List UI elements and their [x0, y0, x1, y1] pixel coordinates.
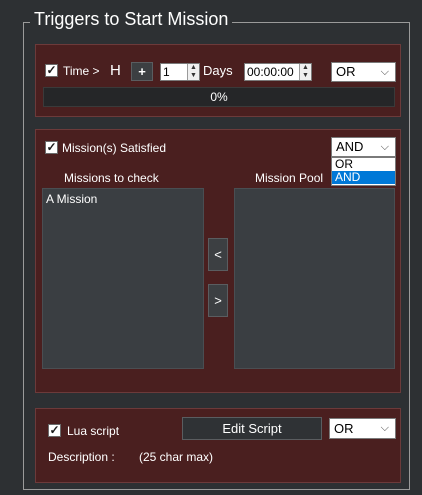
time-checkbox-label: Time > — [63, 64, 100, 78]
missions-checkbox[interactable]: ✓ — [45, 141, 58, 154]
move-right-button[interactable]: > — [208, 284, 228, 317]
spin-up-icon[interactable]: ▲ — [188, 64, 199, 72]
spin-down-icon[interactable]: ▼ — [300, 72, 311, 80]
missions-trigger-panel: ✓ Mission(s) Satisfied AND ⌵ OR AND Miss… — [35, 129, 401, 393]
unit-letter: H — [110, 62, 121, 79]
description-label: Description : — [48, 450, 115, 464]
missions-checkbox-label: Mission(s) Satisfied — [62, 141, 167, 155]
time-spin-buttons[interactable]: ▲ ▼ — [299, 64, 311, 80]
chevron-down-icon: ⌵ — [380, 66, 389, 78]
spin-up-icon[interactable]: ▲ — [300, 64, 311, 72]
missions-logic-dropdown[interactable]: OR AND — [331, 157, 396, 186]
days-spinner[interactable]: 1 ▲ ▼ — [160, 63, 200, 81]
lua-logic-value: OR — [334, 421, 354, 436]
days-label: Days — [203, 63, 233, 78]
lua-checkbox-label: Lua script — [67, 424, 120, 438]
list-item[interactable]: A Mission — [43, 189, 203, 209]
group-title: Triggers to Start Mission — [30, 8, 233, 30]
chevron-down-icon: ⌵ — [380, 422, 389, 434]
progress-text: 0% — [210, 90, 228, 104]
right-list-header: Mission Pool — [255, 171, 324, 185]
check-icon: ✓ — [46, 63, 57, 77]
time-logic-combo[interactable]: OR ⌵ — [331, 62, 396, 82]
time-spinner[interactable]: 00:00:00 ▲ ▼ — [244, 63, 312, 81]
days-spin-buttons[interactable]: ▲ ▼ — [187, 64, 199, 80]
left-list-header: Missions to check — [64, 171, 159, 185]
time-logic-value: OR — [336, 64, 356, 79]
lua-checkbox[interactable]: ✓ — [48, 424, 61, 437]
days-value: 1 — [163, 65, 170, 79]
missions-to-check-list[interactable]: A Mission — [42, 188, 204, 369]
lua-trigger-panel: ✓ Lua script Edit Script OR ⌵ Descriptio… — [35, 408, 401, 483]
progress-bar: 0% — [43, 87, 395, 107]
description-hint: (25 char max) — [139, 450, 214, 464]
dropdown-option-and[interactable]: AND — [332, 171, 395, 184]
plus-button[interactable]: + — [131, 62, 153, 81]
time-value: 00:00:00 — [247, 65, 294, 79]
mission-pool-list[interactable] — [234, 188, 395, 369]
spin-down-icon[interactable]: ▼ — [188, 72, 199, 80]
check-icon: ✓ — [46, 140, 57, 154]
missions-logic-value: AND — [336, 139, 364, 154]
move-left-button[interactable]: < — [208, 238, 228, 271]
check-icon: ✓ — [49, 423, 60, 437]
time-trigger-panel: ✓ Time > H + 1 ▲ ▼ Days 00:00:00 ▲ ▼ OR … — [35, 44, 401, 117]
edit-script-button[interactable]: Edit Script — [182, 417, 322, 440]
missions-logic-combo[interactable]: AND ⌵ — [331, 137, 396, 157]
lua-logic-combo[interactable]: OR ⌵ — [329, 418, 396, 439]
time-checkbox[interactable]: ✓ — [45, 64, 58, 77]
chevron-down-icon: ⌵ — [380, 141, 389, 153]
